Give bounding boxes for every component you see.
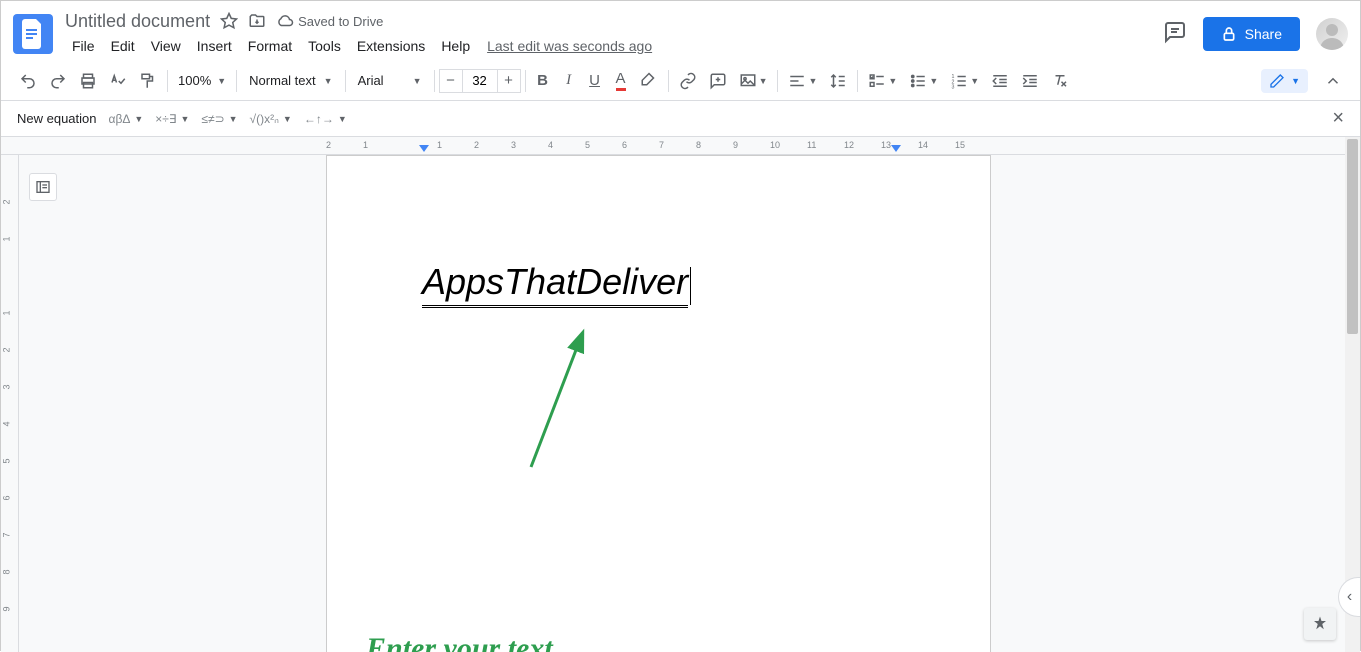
comments-icon[interactable] <box>1163 20 1187 49</box>
account-avatar[interactable] <box>1316 18 1348 50</box>
menu-help[interactable]: Help <box>434 34 477 58</box>
operators[interactable]: ×÷∃ ▼ <box>155 112 189 126</box>
docs-logo[interactable] <box>13 14 53 54</box>
scroll-thumb[interactable] <box>1347 139 1358 334</box>
arrows[interactable]: ←↑→ ▼ <box>304 112 347 126</box>
close-icon[interactable]: × <box>1332 107 1344 130</box>
link-icon[interactable] <box>673 67 703 95</box>
text-color-icon[interactable]: A <box>608 67 634 95</box>
side-panel-toggle[interactable]: ‹ <box>1338 577 1360 617</box>
print-icon[interactable] <box>73 67 103 95</box>
menu-bar: File Edit View Insert Format Tools Exten… <box>65 34 1163 58</box>
spellcheck-icon[interactable] <box>103 67 133 95</box>
paint-format-icon[interactable] <box>133 67 163 95</box>
indent-decrease-icon[interactable] <box>985 67 1015 95</box>
menu-tools[interactable]: Tools <box>301 34 348 58</box>
image-insert-icon[interactable]: ▼ <box>733 67 774 95</box>
zoom-select[interactable]: 100%▼ <box>172 69 232 92</box>
toolbar: 100%▼ Normal text▼ Arial▼ − 32 + B I U A… <box>1 61 1360 101</box>
collapse-toolbar-icon[interactable] <box>1318 67 1348 95</box>
explore-icon[interactable] <box>1304 608 1336 640</box>
last-edit-link[interactable]: Last edit was seconds ago <box>487 38 652 54</box>
font-size-input[interactable]: 32 <box>463 69 497 93</box>
numbered-list-icon[interactable]: 123▼ <box>944 67 985 95</box>
bullet-list-icon[interactable]: ▼ <box>903 67 944 95</box>
bold-icon[interactable]: B <box>530 67 556 95</box>
clear-format-icon[interactable] <box>1045 67 1075 95</box>
outline-toggle-icon[interactable] <box>29 173 57 201</box>
underline-icon[interactable]: U <box>582 67 608 95</box>
comment-add-icon[interactable] <box>703 67 733 95</box>
document-canvas: 21123456789101112131415 21123456789 Apps… <box>1 137 1360 652</box>
font-select[interactable]: Arial▼ <box>350 69 430 92</box>
checklist-icon[interactable]: ▼ <box>862 67 903 95</box>
paragraph-style-select[interactable]: Normal text▼ <box>241 69 340 92</box>
cloud-status[interactable]: Saved to Drive <box>276 12 383 30</box>
menu-format[interactable]: Format <box>241 34 299 58</box>
editing-mode[interactable]: ▼ <box>1261 69 1308 93</box>
math-ops[interactable]: √()x²ₙ ▼ <box>250 112 292 126</box>
line-spacing-icon[interactable] <box>823 67 853 95</box>
menu-file[interactable]: File <box>65 34 102 58</box>
equation-toolbar: New equation αβΔ ▼ ×÷∃ ▼ ≤≠⊃ ▼ √()x²ₙ ▼ … <box>1 101 1360 137</box>
menu-edit[interactable]: Edit <box>104 34 142 58</box>
star-icon[interactable] <box>220 12 238 30</box>
menu-extensions[interactable]: Extensions <box>350 34 432 58</box>
document-title[interactable]: Untitled document <box>65 11 210 32</box>
text-cursor <box>690 267 691 305</box>
horizontal-ruler[interactable]: 21123456789101112131415 <box>1 137 1360 155</box>
indent-increase-icon[interactable] <box>1015 67 1045 95</box>
align-icon[interactable]: ▼ <box>782 67 823 95</box>
font-size-decrease[interactable]: − <box>439 69 463 93</box>
svg-text:3: 3 <box>952 84 955 90</box>
italic-icon[interactable]: I <box>556 67 582 95</box>
highlight-icon[interactable] <box>634 67 664 95</box>
move-icon[interactable] <box>248 12 266 30</box>
relations[interactable]: ≤≠⊃ ▼ <box>201 112 237 126</box>
redo-icon[interactable] <box>43 67 73 95</box>
new-equation-button[interactable]: New equation <box>17 111 97 126</box>
annotation-text: Enter your text <box>366 632 553 652</box>
greek-letters[interactable]: αβΔ ▼ <box>109 112 144 126</box>
share-button[interactable]: Share <box>1203 17 1300 51</box>
vertical-ruler[interactable]: 21123456789 <box>1 155 19 652</box>
equation-text[interactable]: AppsThatDeliver <box>422 261 691 305</box>
font-size-increase[interactable]: + <box>497 69 521 93</box>
scrollbar[interactable] <box>1345 137 1360 652</box>
menu-insert[interactable]: Insert <box>190 34 239 58</box>
undo-icon[interactable] <box>13 67 43 95</box>
annotation-arrow <box>521 327 601 477</box>
menu-view[interactable]: View <box>144 34 188 58</box>
page[interactable]: AppsThatDeliver <box>326 155 991 652</box>
